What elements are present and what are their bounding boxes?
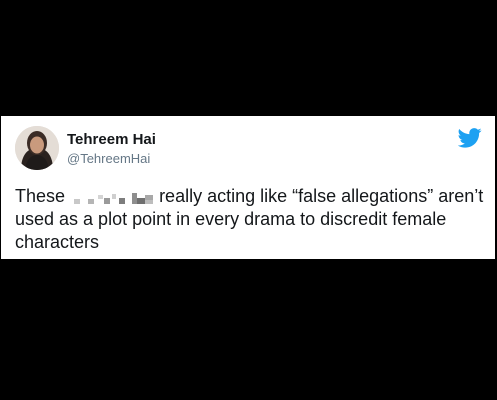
- twitter-bird-icon[interactable]: [458, 128, 482, 148]
- tweet-card[interactable]: Tehreem Hai @TehreemHai These really act…: [1, 116, 495, 259]
- tweet-text: These really acting like “false allegati…: [15, 185, 485, 254]
- avatar[interactable]: [15, 126, 59, 170]
- author-display-name[interactable]: Tehreem Hai: [67, 131, 156, 148]
- avatar-image: [15, 126, 59, 170]
- censored-word-pixelation: [74, 193, 154, 204]
- screenshot-frame: Tehreem Hai @TehreemHai These really act…: [0, 0, 497, 400]
- tweet-text-before-censor: These: [15, 186, 66, 206]
- author-handle[interactable]: @TehreemHai: [67, 151, 150, 166]
